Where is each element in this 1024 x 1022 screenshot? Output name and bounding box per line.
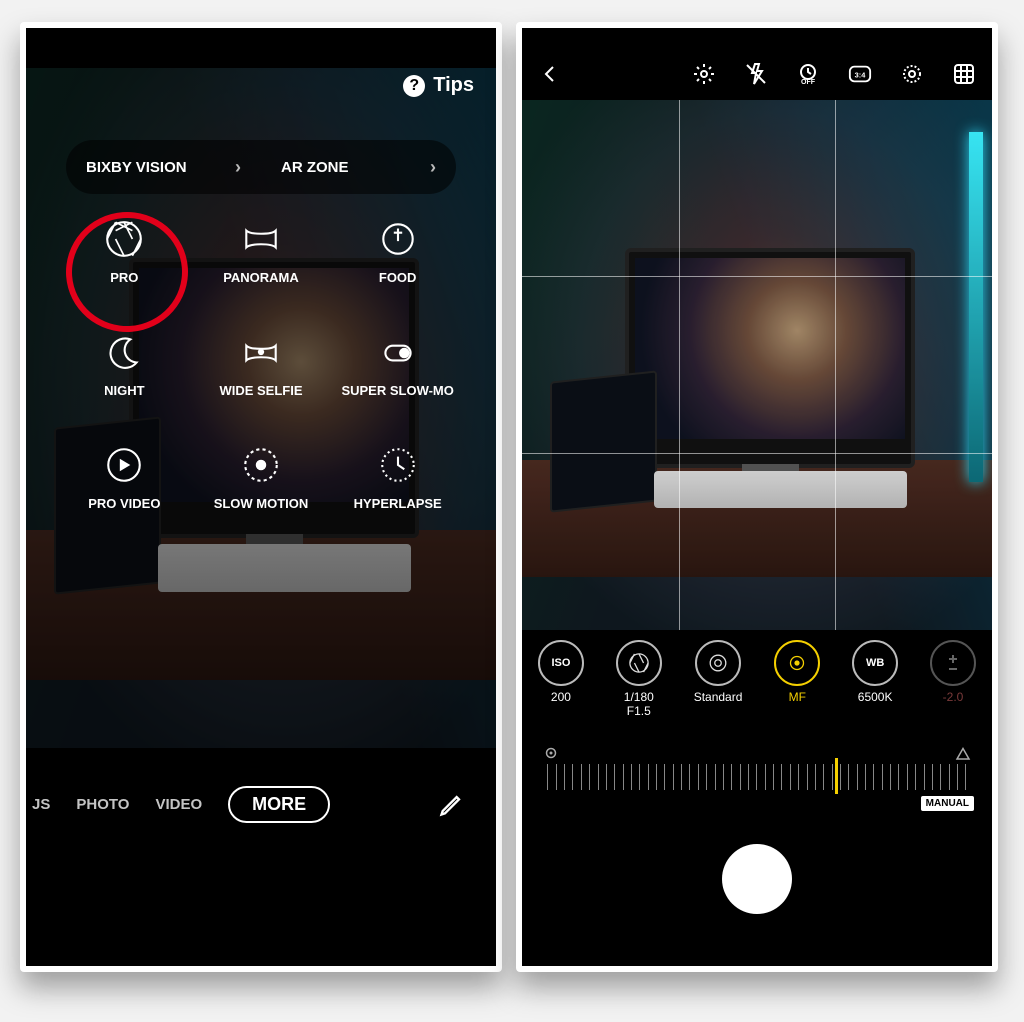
slider-marker[interactable] (835, 758, 838, 794)
chevron-right-icon: › (430, 157, 436, 178)
pro-filter[interactable]: Standard (694, 640, 743, 719)
shutter-button[interactable] (722, 844, 792, 914)
filter-icon (695, 640, 741, 686)
edit-icon[interactable] (438, 790, 466, 818)
mode-label: HYPERLAPSE (354, 496, 442, 511)
back-icon[interactable] (538, 62, 562, 86)
pro-iso[interactable]: ISO 200 (538, 640, 584, 719)
mode-pro[interactable]: PRO (56, 218, 193, 285)
mode-slow-motion[interactable]: SLOW MOTION (193, 444, 330, 511)
phone-left-more-modes: ? Tips BIXBY VISION › AR ZONE › PRO PANO… (20, 22, 502, 972)
bixby-vision-button[interactable]: BIXBY VISION › (66, 157, 261, 178)
viewfinder-scene (522, 100, 992, 630)
ev-value: -2.0 (943, 690, 964, 704)
hyperlapse-icon (377, 444, 419, 486)
mode-panorama[interactable]: PANORAMA (193, 218, 330, 285)
food-icon (377, 218, 419, 260)
mode-label: NIGHT (104, 383, 144, 398)
mode-label: WIDE SELFIE (219, 383, 302, 398)
wide-selfie-icon (240, 331, 282, 373)
pro-whitebalance[interactable]: WB 6500K (852, 640, 898, 719)
slowmo-icon (240, 444, 282, 486)
filter-value: Standard (694, 690, 743, 704)
tips-label: Tips (433, 74, 474, 97)
mode-label: PRO (110, 270, 138, 285)
camera-mode-tabs: JS PHOTO VIDEO MORE (26, 782, 496, 826)
pro-top-bar: OFF 3:4 (522, 52, 992, 96)
mode-wide-selfie[interactable]: WIDE SELFIE (193, 331, 330, 398)
iso-value: 200 (551, 690, 571, 704)
shutter-value: 1/180F1.5 (624, 690, 654, 719)
mode-label: SUPER SLOW-MO (341, 383, 453, 398)
tab-more[interactable]: MORE (228, 786, 330, 823)
tab-video[interactable]: VIDEO (155, 796, 202, 813)
wb-icon: WB (852, 640, 898, 686)
iso-icon: ISO (538, 640, 584, 686)
mode-label: PRO VIDEO (88, 496, 160, 511)
manual-tag: MANUAL (921, 796, 974, 811)
svg-text:OFF: OFF (801, 79, 816, 86)
super-slowmo-icon (377, 331, 419, 373)
settings-gear-icon[interactable] (692, 62, 716, 86)
timer-off-icon[interactable]: OFF (796, 62, 820, 86)
mode-food[interactable]: FOOD (329, 218, 466, 285)
mode-pro-video[interactable]: PRO VIDEO (56, 444, 193, 511)
tab-partial[interactable]: JS (32, 796, 50, 813)
infinity-focus-icon (954, 744, 972, 762)
ar-zone-button[interactable]: AR ZONE › (261, 157, 456, 178)
mode-label: PANORAMA (223, 270, 299, 285)
flash-off-icon[interactable] (744, 62, 768, 86)
chevron-right-icon: › (235, 157, 241, 178)
phone-right-pro-mode: OFF 3:4 ISO 200 1/180F1.5 Standard (516, 22, 998, 972)
bixby-label: BIXBY VISION (86, 159, 187, 176)
focus-icon (774, 640, 820, 686)
aspect-ratio-icon[interactable]: 3:4 (848, 62, 872, 86)
pro-shutter[interactable]: 1/180F1.5 (616, 640, 662, 719)
wb-value: 6500K (858, 690, 893, 704)
help-icon: ? (403, 75, 425, 97)
tips-button[interactable]: ? Tips (403, 74, 474, 97)
mode-grid: PRO PANORAMA FOOD NIGHT WIDE SELFIE (56, 218, 466, 511)
pro-exposure[interactable]: -2.0 (930, 640, 976, 719)
mode-super-slow-mo[interactable]: SUPER SLOW-MO (329, 331, 466, 398)
mode-night[interactable]: NIGHT (56, 331, 193, 398)
motion-photo-icon[interactable] (900, 62, 924, 86)
svg-text:3:4: 3:4 (855, 71, 867, 80)
pro-settings-row: ISO 200 1/180F1.5 Standard MF WB 6500K (522, 640, 992, 719)
aperture-icon (103, 218, 145, 260)
panorama-icon (240, 218, 282, 260)
pro-focus[interactable]: MF (774, 640, 820, 719)
moon-icon (103, 331, 145, 373)
arzone-label: AR ZONE (281, 159, 349, 176)
aperture-icon (616, 640, 662, 686)
tab-photo[interactable]: PHOTO (76, 796, 129, 813)
mode-label: SLOW MOTION (214, 496, 309, 511)
mode-label: FOOD (379, 270, 417, 285)
grid-icon[interactable] (952, 62, 976, 86)
top-pill-row: BIXBY VISION › AR ZONE › (66, 140, 456, 194)
macro-focus-icon (542, 744, 560, 762)
focus-value: MF (789, 690, 806, 704)
play-circle-icon (103, 444, 145, 486)
exposure-icon (930, 640, 976, 686)
mode-hyperlapse[interactable]: HYPERLAPSE (329, 444, 466, 511)
slider-ticks (540, 764, 974, 790)
